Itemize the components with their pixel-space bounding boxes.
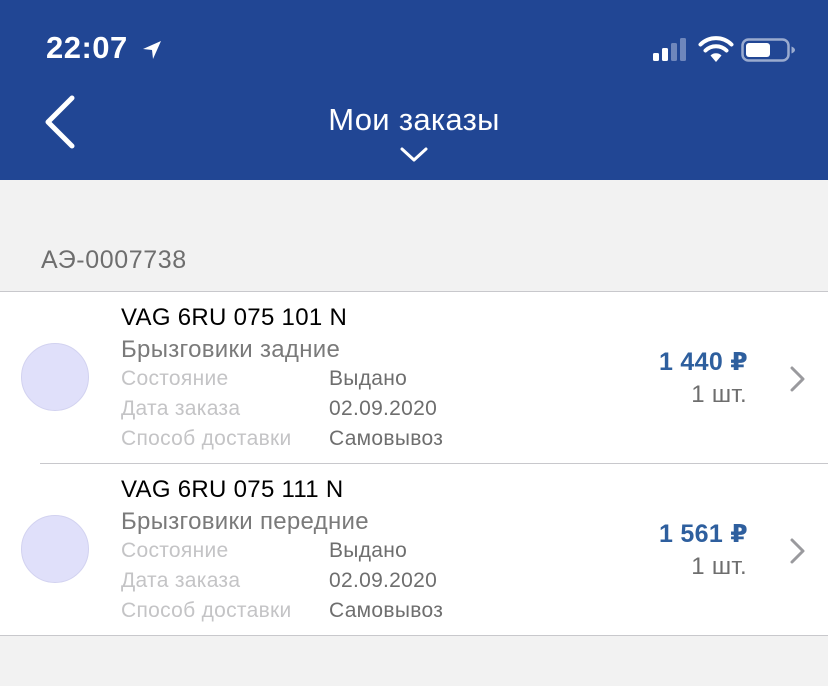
delivery-method-value: Самовывоз [329,427,444,450]
chevron-right-icon [790,538,805,564]
product-thumbnail [21,343,89,411]
chevron-right-icon [790,366,805,392]
order-date-label: Дата заказа [121,397,241,420]
order-item[interactable]: VAG 6RU 075 111 N Брызговики передние Со… [0,464,828,636]
product-thumbnail [21,515,89,583]
orders-list: VAG 6RU 075 101 N Брызговики задние Сост… [0,291,828,636]
product-code: VAG 6RU 075 101 N [121,304,348,331]
location-arrow-icon [143,41,161,59]
status-value: Выдано [329,539,408,562]
order-item[interactable]: VAG 6RU 075 101 N Брызговики задние Сост… [0,292,828,464]
delivery-method-label: Способ доставки [121,427,292,450]
quantity: 1 шт. [691,381,747,408]
chevron-left-icon [45,95,75,149]
page-title-dropdown[interactable]: Мои заказы [294,92,534,178]
product-name: Брызговики задние [121,336,341,363]
status-time: 22:07 [46,30,128,65]
price: 1 561 ₽ [658,520,748,548]
product-name: Брызговики передние [121,508,369,535]
order-date-value: 02.09.2020 [329,397,438,420]
cellular-signal-icon [653,38,686,61]
order-date-label: Дата заказа [121,569,241,592]
chevron-down-icon [400,147,428,162]
status-value: Выдано [329,367,408,390]
status-label: Состояние [121,367,229,390]
delivery-method-label: Способ доставки [121,599,292,622]
product-code: VAG 6RU 075 111 N [121,476,344,503]
wifi-icon [698,36,734,62]
battery-icon [741,38,795,62]
back-button[interactable] [30,88,90,158]
page-title: Мои заказы [328,102,500,137]
navigation-header: 22:07 Мои заказы [0,0,828,180]
quantity: 1 шт. [691,553,747,580]
status-label: Состояние [121,539,229,562]
order-date-value: 02.09.2020 [329,569,438,592]
order-number-heading: АЭ-0007738 [41,246,187,274]
delivery-method-value: Самовывоз [329,599,444,622]
price: 1 440 ₽ [658,348,748,376]
